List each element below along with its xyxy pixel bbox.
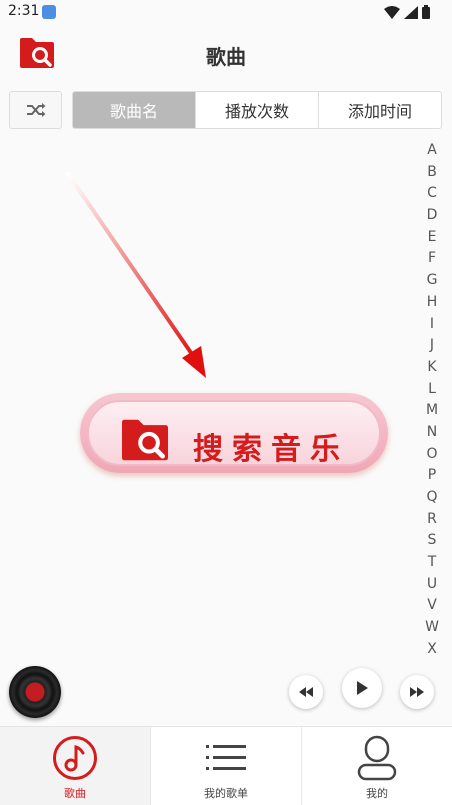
music-note-icon	[53, 736, 97, 780]
play-button[interactable]	[342, 668, 382, 708]
nav-playlists-label: 我的歌单	[204, 787, 248, 800]
alpha-letter-l[interactable]: L	[428, 379, 436, 401]
previous-button[interactable]	[289, 675, 323, 709]
signal-icon	[404, 5, 418, 19]
search-music-inner: 搜索音乐	[87, 400, 381, 467]
bottom-navigation: 歌曲 我的歌单 我的	[0, 726, 452, 805]
status-bar: 2:31	[0, 0, 452, 24]
status-icons	[384, 5, 430, 19]
alpha-letter-a[interactable]: A	[427, 140, 437, 162]
alpha-letter-q[interactable]: Q	[426, 487, 437, 509]
alpha-letter-e[interactable]: E	[428, 227, 437, 249]
nav-songs-label: 歌曲	[64, 787, 86, 800]
vinyl-record-icon[interactable]	[9, 666, 61, 718]
play-icon	[357, 681, 368, 695]
alpha-letter-c[interactable]: C	[427, 183, 437, 205]
status-time: 2:31	[8, 3, 40, 19]
sort-tabs: 歌曲名 播放次数 添加时间	[72, 91, 442, 129]
search-music-label: 搜索音乐	[193, 432, 349, 467]
alpha-letter-r[interactable]: R	[427, 509, 437, 531]
alpha-letter-d[interactable]: D	[427, 205, 438, 227]
shuffle-button[interactable]	[9, 91, 62, 129]
alpha-letter-n[interactable]: N	[427, 422, 437, 444]
alpha-letter-f[interactable]: F	[428, 248, 436, 270]
alpha-letter-g[interactable]: G	[427, 270, 438, 292]
nav-profile[interactable]: 我的	[301, 727, 452, 805]
playlist-icon	[206, 745, 246, 770]
page-title: 歌曲	[206, 45, 246, 69]
app-header: 歌曲	[0, 24, 452, 84]
tab-song-name[interactable]: 歌曲名	[73, 92, 195, 128]
alpha-letter-v[interactable]: V	[427, 595, 437, 617]
alpha-letter-b[interactable]: B	[427, 162, 437, 184]
alpha-letter-t[interactable]: T	[428, 552, 437, 574]
tab-play-count[interactable]: 播放次数	[195, 92, 318, 128]
alphabet-index[interactable]: ABCDEFGHIJKLMNOPQRSTUVWX	[424, 140, 440, 661]
wifi-icon	[384, 5, 400, 19]
fast-forward-icon	[410, 687, 424, 697]
search-folder-icon	[122, 419, 168, 461]
nav-profile-label: 我的	[366, 787, 388, 800]
alpha-letter-p[interactable]: P	[428, 465, 436, 487]
alpha-letter-o[interactable]: O	[426, 444, 437, 466]
nav-playlists[interactable]: 我的歌单	[150, 727, 301, 805]
next-button[interactable]	[400, 675, 434, 709]
alpha-letter-i[interactable]: I	[430, 314, 434, 336]
alpha-letter-h[interactable]: H	[427, 292, 438, 314]
tab-date-added[interactable]: 添加时间	[318, 92, 441, 128]
hint-arrow-icon	[66, 172, 206, 378]
alpha-letter-x[interactable]: X	[427, 639, 437, 661]
shuffle-icon	[26, 103, 45, 117]
nav-songs[interactable]: 歌曲	[0, 727, 150, 805]
app-notification-icon	[42, 5, 56, 19]
search-music-button[interactable]: 搜索音乐	[80, 393, 388, 473]
alpha-letter-w[interactable]: W	[425, 617, 439, 639]
alpha-letter-k[interactable]: K	[427, 357, 436, 379]
rewind-icon	[299, 687, 313, 697]
alpha-letter-s[interactable]: S	[428, 530, 437, 552]
alpha-letter-j[interactable]: J	[430, 335, 434, 357]
alpha-letter-u[interactable]: U	[427, 574, 437, 596]
person-icon	[357, 735, 397, 781]
battery-icon	[422, 5, 430, 19]
alpha-letter-m[interactable]: M	[426, 400, 438, 422]
